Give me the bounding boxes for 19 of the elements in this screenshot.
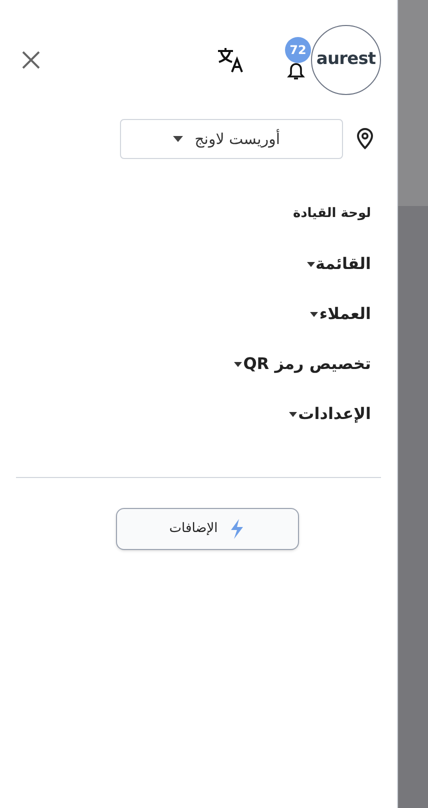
logo[interactable]: aurest (311, 25, 381, 95)
location-pin-icon (357, 128, 373, 150)
notification-button[interactable] (286, 62, 306, 82)
translate-icon (216, 46, 246, 74)
caret-icon (310, 312, 318, 316)
menu-link[interactable]: لوحة القيادة (292, 189, 371, 239)
caret-icon (306, 262, 315, 266)
addons-button[interactable]: الإضافات (116, 508, 299, 550)
caret-icon (289, 412, 298, 416)
menu-dropdown[interactable]: الإعدادات (289, 389, 371, 439)
bell-icon (287, 62, 305, 82)
menu-dropdown[interactable]: تخصيص رمز QR (234, 339, 371, 389)
menu-dropdown[interactable]: العملاء (310, 289, 371, 339)
notification-badge: 72 (285, 37, 311, 63)
branch-select[interactable]: أوريست لاونج (120, 119, 343, 159)
caret-icon (172, 136, 183, 142)
close-icon (22, 51, 40, 69)
menu-dropdown[interactable]: القائمة (306, 239, 371, 289)
caret-icon (234, 362, 242, 366)
